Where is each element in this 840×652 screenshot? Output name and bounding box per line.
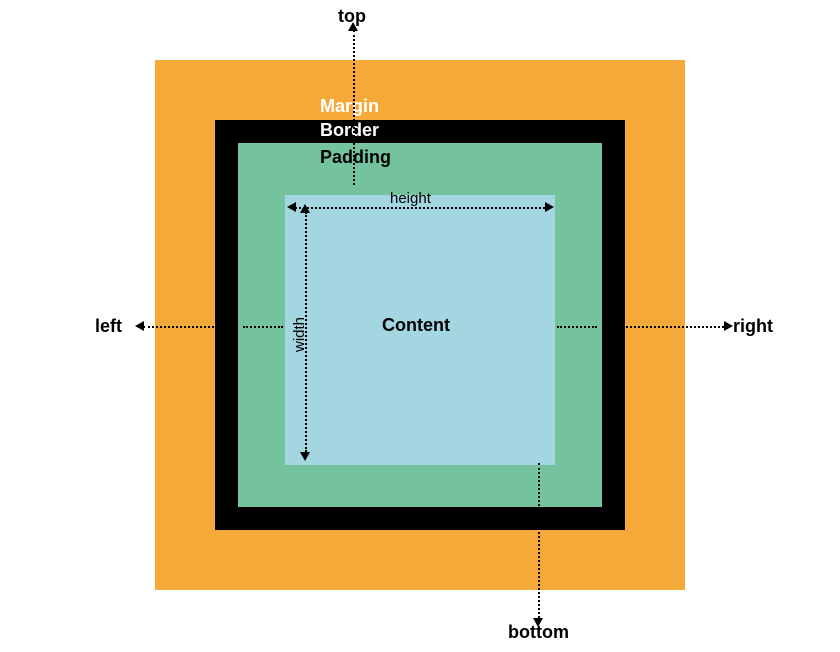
height-dim-label: height: [390, 190, 431, 207]
bottom-pointer-arrow: [533, 618, 543, 627]
left-label: left: [95, 316, 122, 337]
right-pointer-arrow: [724, 321, 733, 331]
left-pointer-outer: [143, 326, 238, 328]
right-pointer-outer: [602, 326, 724, 328]
border-label: Border: [320, 120, 379, 141]
bottom-pointer-line: [538, 463, 540, 618]
height-dim-line: [295, 207, 545, 209]
width-arrow-down: [300, 452, 310, 461]
top-pointer-arrow: [348, 22, 358, 31]
width-arrow-up: [300, 204, 310, 213]
width-dim-label: width: [291, 317, 308, 352]
height-arrow-left: [287, 202, 296, 212]
right-pointer-inner: [557, 326, 597, 328]
margin-label: Margin: [320, 96, 379, 117]
top-pointer-line: [353, 30, 355, 185]
left-pointer-arrow: [135, 321, 144, 331]
content-label: Content: [382, 315, 450, 336]
padding-label: Padding: [320, 147, 391, 168]
left-pointer-inner: [243, 326, 283, 328]
height-arrow-right: [545, 202, 554, 212]
right-label: right: [733, 316, 773, 337]
